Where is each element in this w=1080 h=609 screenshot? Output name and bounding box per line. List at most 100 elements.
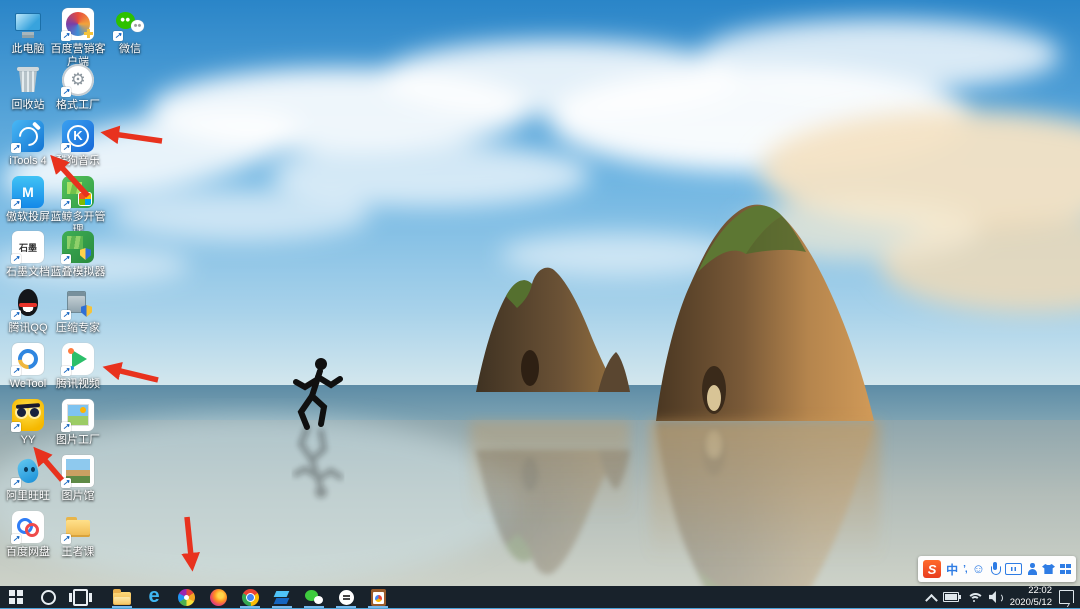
emulator-icon — [61, 231, 94, 264]
start-button[interactable] — [0, 586, 32, 608]
picture-factory-icon — [61, 399, 94, 432]
action-center-icon[interactable] — [1059, 590, 1074, 604]
desktop-icon-label: 图片工厂 — [56, 434, 100, 446]
yy-icon — [11, 399, 44, 432]
skin-icon[interactable] — [1042, 564, 1055, 574]
taskbar-shimo[interactable] — [330, 586, 362, 608]
wifi-icon[interactable] — [966, 592, 982, 603]
toolbox-icon[interactable] — [1060, 563, 1071, 575]
desktop-icon-label: 蓝叠模拟器 — [50, 266, 106, 278]
shortcut-arrow-overlay — [113, 31, 123, 41]
sogou-logo-icon[interactable]: S — [923, 560, 942, 578]
desktop-icon-label: 压缩专家 — [56, 322, 100, 334]
taskbar-clock[interactable]: 22:02 2020/5/12 — [1010, 585, 1052, 609]
wechat-icon — [113, 8, 146, 41]
recycle-bin-icon — [12, 64, 44, 96]
desktop-icon-label: 腾讯视频 — [56, 378, 100, 390]
task-view-button[interactable] — [64, 586, 96, 608]
tencent-video-icon — [61, 343, 94, 376]
ali-wangwang-icon — [11, 455, 44, 488]
apower-mirror-icon — [11, 176, 44, 209]
picture-hall-icon — [61, 455, 94, 488]
folder-icon — [61, 511, 94, 544]
emoji-icon[interactable] — [972, 560, 985, 578]
shortcut-arrow-overlay — [11, 310, 21, 320]
desktop-icon-emulator[interactable]: 蓝叠模拟器 — [48, 231, 108, 279]
soft-keyboard-icon[interactable] — [1005, 563, 1022, 575]
desktop-icon-label: 图片馆 — [61, 490, 95, 502]
desktop-icon-picture-hall[interactable]: 图片馆 — [48, 455, 108, 503]
shortcut-arrow-overlay — [61, 143, 71, 153]
shortcut-arrow-overlay — [11, 143, 21, 153]
folder-icon — [113, 588, 131, 605]
desktop-icon-picture-factory[interactable]: 图片工厂 — [48, 399, 108, 447]
shortcut-arrow-overlay — [61, 199, 71, 209]
windows-desktop: 此电脑 百度营销客户端 微信 回收站 格式工厂 iTools 4 酷狗音乐 傲软… — [0, 0, 1080, 608]
shortcut-arrow-overlay — [61, 87, 71, 97]
desktop-icon-system-expert[interactable]: 压缩专家 — [48, 287, 108, 335]
chevron-up-icon[interactable] — [924, 593, 938, 607]
shortcut-arrow-overlay — [11, 254, 21, 264]
system-tray: 22:02 2020/5/12 — [924, 585, 1080, 609]
taskbar-wechat[interactable] — [298, 586, 330, 608]
bluestacks-icon — [274, 590, 290, 605]
wetool-icon — [11, 343, 44, 376]
taskbar-chrome[interactable] — [234, 586, 266, 608]
taskbar-file-explorer[interactable] — [106, 586, 138, 608]
clock-time: 22:02 — [1028, 585, 1052, 597]
taskbar: 22:022020/5/12 — [0, 585, 1080, 609]
chrome-icon — [241, 588, 259, 606]
tencent-qq-icon — [11, 287, 44, 320]
shortcut-arrow-overlay — [61, 31, 71, 41]
task-view-icon — [68, 588, 92, 606]
microphone-icon[interactable] — [990, 562, 1001, 576]
shortcut-arrow-overlay — [61, 366, 71, 376]
system-expert-icon — [61, 287, 94, 320]
taskbar-pinwheel-browser[interactable] — [170, 586, 202, 608]
battery-icon[interactable] — [942, 592, 961, 602]
baidu-marketing-icon — [61, 8, 94, 41]
lanjing-manager-icon — [61, 176, 94, 209]
desktop-icon-label: 格式工厂 — [56, 99, 100, 111]
taskbar-edge[interactable] — [138, 586, 170, 608]
shortcut-arrow-overlay — [11, 534, 21, 544]
desktop-icon-kugou-music[interactable]: 酷狗音乐 — [48, 120, 108, 168]
desktop-icon-folder[interactable]: 王者课 — [48, 511, 108, 559]
desktop-icon-label: 酷狗音乐 — [56, 155, 100, 167]
chinese-mode-toggle[interactable]: 中 — [946, 561, 958, 578]
desktop-icon-tencent-video[interactable]: 腾讯视频 — [48, 343, 108, 391]
search-button[interactable] — [32, 586, 64, 608]
wechat-icon — [305, 590, 323, 604]
volume-icon[interactable] — [989, 591, 1003, 603]
shortcut-arrow-overlay — [61, 254, 71, 264]
windows-logo-icon — [9, 590, 23, 604]
search-icon — [40, 589, 56, 605]
shortcut-arrow-overlay — [61, 478, 71, 488]
desktop-icon-baidu-marketing[interactable]: 百度营销客户端 — [48, 8, 108, 69]
shortcut-arrow-overlay — [11, 199, 21, 209]
account-icon[interactable] — [1027, 563, 1037, 575]
desktop-icon-wechat[interactable]: 微信 — [100, 8, 160, 56]
taskbar-bluestacks[interactable] — [266, 586, 298, 608]
this-pc-icon — [12, 8, 44, 40]
desktop-icon-label: 微信 — [119, 43, 141, 55]
shortcut-arrow-overlay — [61, 534, 71, 544]
clock-date: 2020/5/12 — [1009, 597, 1052, 608]
clipboard-photo-icon — [370, 588, 386, 606]
kugou-music-icon — [61, 120, 94, 153]
shortcut-arrow-overlay — [11, 422, 21, 432]
taskbar-clipboard-photo-app[interactable] — [362, 586, 394, 608]
shortcut-arrow-overlay — [11, 478, 21, 488]
shortcut-arrow-overlay — [61, 422, 71, 432]
desktop-icon-label: 王者课 — [61, 546, 95, 558]
firefox-icon — [209, 588, 227, 606]
shortcut-arrow-overlay — [11, 366, 21, 376]
desktop-icon-lanjing-manager[interactable]: 蓝鲸多开管理 — [48, 176, 108, 237]
sogou-ime-toolbar: S 中 ’, — [918, 556, 1076, 582]
edge-icon — [148, 587, 159, 607]
punctuation-toggle[interactable]: ’, — [963, 564, 967, 575]
shortcut-arrow-overlay — [61, 310, 71, 320]
desktop-icon-format-factory[interactable]: 格式工厂 — [48, 64, 108, 112]
shimo-icon — [338, 589, 354, 605]
taskbar-firefox[interactable] — [202, 586, 234, 608]
